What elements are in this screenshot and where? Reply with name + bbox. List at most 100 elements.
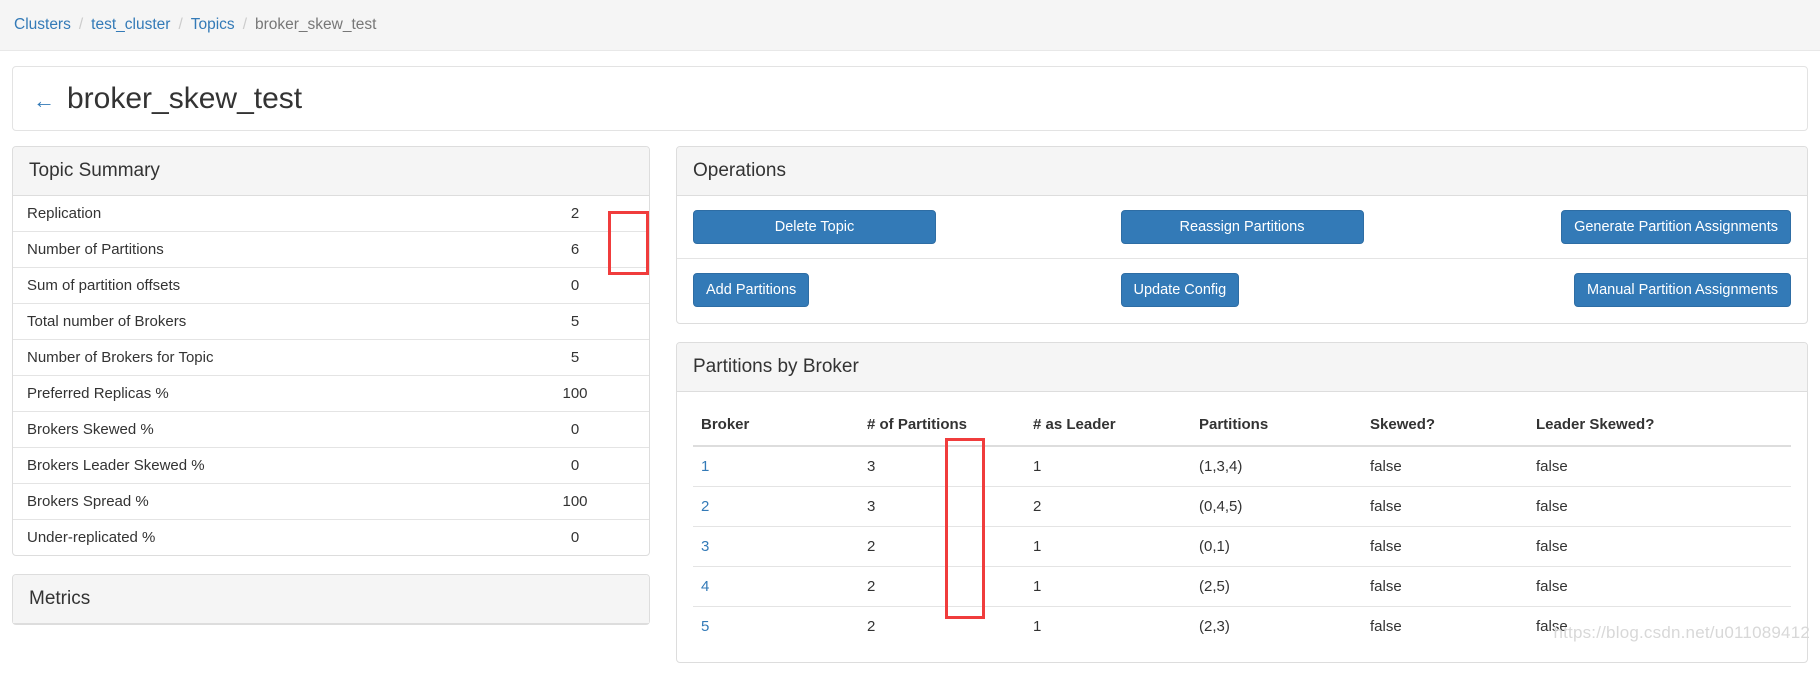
- cell-leader-skewed: false: [1528, 486, 1791, 527]
- summary-value: 6: [501, 231, 649, 268]
- operations-title: Operations: [677, 147, 1807, 196]
- table-row: 2 3 2 (0,4,5) false false: [693, 486, 1791, 527]
- table-row: Number of Partitions 6: [13, 231, 649, 268]
- manual-partition-assignments-cell: Manual Partition Assignments: [1573, 273, 1791, 307]
- cell-num-partitions: 2: [859, 526, 1025, 567]
- table-row: 3 2 1 (0,1) false false: [693, 526, 1791, 567]
- table-row: Number of Brokers for Topic 5: [13, 339, 649, 376]
- right-column: Operations Delete Topic Reassign Partiti…: [676, 146, 1808, 681]
- delete-topic-button[interactable]: Delete Topic: [693, 210, 936, 244]
- partitions-by-broker-title: Partitions by Broker: [677, 343, 1807, 392]
- partitions-by-broker-table: Broker # of Partitions # as Leader Parti…: [693, 406, 1791, 646]
- column-header-leader-skewed: Leader Skewed?: [1528, 406, 1791, 447]
- table-row: Brokers Skewed % 0: [13, 411, 649, 448]
- operations-row-1: Delete Topic Reassign Partitions Generat…: [693, 210, 1791, 244]
- summary-value: 100: [501, 483, 649, 520]
- breadcrumb-separator: /: [78, 16, 84, 33]
- operations-panel: Operations Delete Topic Reassign Partiti…: [676, 146, 1808, 324]
- broker-link[interactable]: 4: [693, 566, 859, 607]
- metrics-panel: Metrics: [12, 574, 650, 625]
- left-column: Topic Summary Replication 2 Number of Pa…: [12, 146, 650, 643]
- summary-value: 0: [501, 447, 649, 484]
- broker-link[interactable]: 5: [693, 606, 859, 646]
- delete-topic-cell: Delete Topic: [693, 210, 936, 244]
- breadcrumb-item-topics[interactable]: Topics: [191, 16, 235, 34]
- breadcrumb-separator: /: [178, 16, 183, 33]
- column-header-partitions: Partitions: [1191, 406, 1362, 447]
- table-row: Replication 2: [13, 196, 649, 232]
- cell-skewed: false: [1362, 486, 1528, 527]
- table-row: Under-replicated % 0: [13, 519, 649, 555]
- manual-partition-assignments-button[interactable]: Manual Partition Assignments: [1573, 273, 1791, 307]
- summary-value: 5: [501, 303, 649, 340]
- cell-partitions: (2,3): [1191, 606, 1362, 646]
- summary-label: Total number of Brokers: [13, 303, 501, 340]
- cell-skewed: false: [1362, 606, 1528, 646]
- update-config-cell: Update Config: [1120, 273, 1364, 307]
- breadcrumb-item-clusters[interactable]: Clusters: [14, 16, 71, 34]
- summary-label: Replication: [27, 205, 102, 222]
- add-partitions-button[interactable]: Add Partitions: [693, 273, 810, 307]
- operations-divider: [677, 258, 1807, 259]
- table-row: Sum of partition offsets 0: [13, 267, 649, 304]
- summary-label: Brokers Leader Skewed %: [13, 447, 501, 484]
- cell-num-partitions: 2: [859, 566, 1025, 607]
- cell-partitions: (2,5): [1191, 566, 1362, 607]
- column-header-broker: Broker: [693, 406, 859, 447]
- generate-partition-assignments-button[interactable]: Generate Partition Assignments: [1561, 210, 1791, 244]
- table-row: Brokers Spread % 100: [13, 483, 649, 520]
- summary-label: Preferred Replicas %: [13, 375, 501, 412]
- summary-label: Number of Brokers for Topic: [13, 339, 501, 376]
- breadcrumb-item-current: broker_skew_test: [255, 16, 377, 33]
- cell-num-partitions: 3: [859, 445, 1025, 487]
- broker-link[interactable]: 3: [693, 526, 859, 567]
- breadcrumb-separator: /: [242, 16, 247, 33]
- summary-label: Number of Partitions: [13, 231, 501, 268]
- summary-label: Brokers Spread %: [13, 483, 501, 520]
- partitions-by-broker-panel: Partitions by Broker Broker # of Partiti…: [676, 342, 1808, 663]
- summary-value: 0: [501, 411, 649, 448]
- add-partitions-cell: Add Partitions: [693, 273, 936, 307]
- table-row: 1 3 1 (1,3,4) false false: [693, 445, 1791, 487]
- summary-value: 5: [501, 339, 649, 376]
- cell-leader-skewed: false: [1528, 445, 1791, 487]
- column-header-skewed: Skewed?: [1362, 406, 1528, 447]
- table-row: Preferred Replicas % 100: [13, 375, 649, 412]
- breadcrumb: Clusters / test_cluster / Topics / broke…: [0, 0, 1820, 51]
- table-row: Total number of Brokers 5: [13, 303, 649, 340]
- update-config-button[interactable]: Update Config: [1120, 273, 1240, 307]
- summary-value: 0: [501, 519, 649, 555]
- metrics-title: Metrics: [13, 575, 649, 624]
- broker-link[interactable]: 2: [693, 486, 859, 527]
- partitions-by-broker-body: Broker # of Partitions # as Leader Parti…: [677, 392, 1807, 662]
- table-row: Brokers Leader Skewed % 0: [13, 447, 649, 484]
- table-header-row: Broker # of Partitions # as Leader Parti…: [693, 406, 1791, 447]
- broker-link[interactable]: 1: [693, 445, 859, 487]
- topic-summary-panel: Topic Summary Replication 2 Number of Pa…: [12, 146, 650, 556]
- summary-label: Brokers Skewed %: [13, 411, 501, 448]
- operations-row-2: Add Partitions Update Config Manual Part…: [693, 273, 1791, 307]
- cell-as-leader: 2: [1025, 486, 1191, 527]
- cell-num-partitions: 3: [859, 486, 1025, 527]
- back-arrow-icon[interactable]: ←: [33, 89, 55, 112]
- watermark: https://blog.csdn.net/u011089412: [1553, 623, 1810, 642]
- cell-skewed: false: [1362, 566, 1528, 607]
- page-heading-panel: ← broker_skew_test: [12, 66, 1808, 131]
- page-title: broker_skew_test: [67, 81, 303, 115]
- reassign-partitions-button[interactable]: Reassign Partitions: [1120, 210, 1364, 244]
- summary-label: Under-replicated %: [13, 519, 501, 555]
- column-header-as-leader: # as Leader: [1025, 406, 1191, 447]
- topic-summary-title: Topic Summary: [13, 147, 649, 196]
- cell-as-leader: 1: [1025, 606, 1191, 646]
- summary-value: 0: [501, 267, 649, 304]
- cell-leader-skewed: false: [1528, 566, 1791, 607]
- cell-num-partitions: 2: [859, 606, 1025, 646]
- cell-partitions: (0,1): [1191, 526, 1362, 567]
- breadcrumb-item-test-cluster[interactable]: test_cluster: [91, 16, 170, 34]
- topic-summary-table: Replication 2 Number of Partitions 6 Sum…: [13, 196, 649, 555]
- cell-partitions: (0,4,5): [1191, 486, 1362, 527]
- main-content: Topic Summary Replication 2 Number of Pa…: [0, 146, 1820, 681]
- cell-skewed: false: [1362, 445, 1528, 487]
- summary-value: 100: [501, 375, 649, 412]
- summary-value: 2: [570, 205, 580, 222]
